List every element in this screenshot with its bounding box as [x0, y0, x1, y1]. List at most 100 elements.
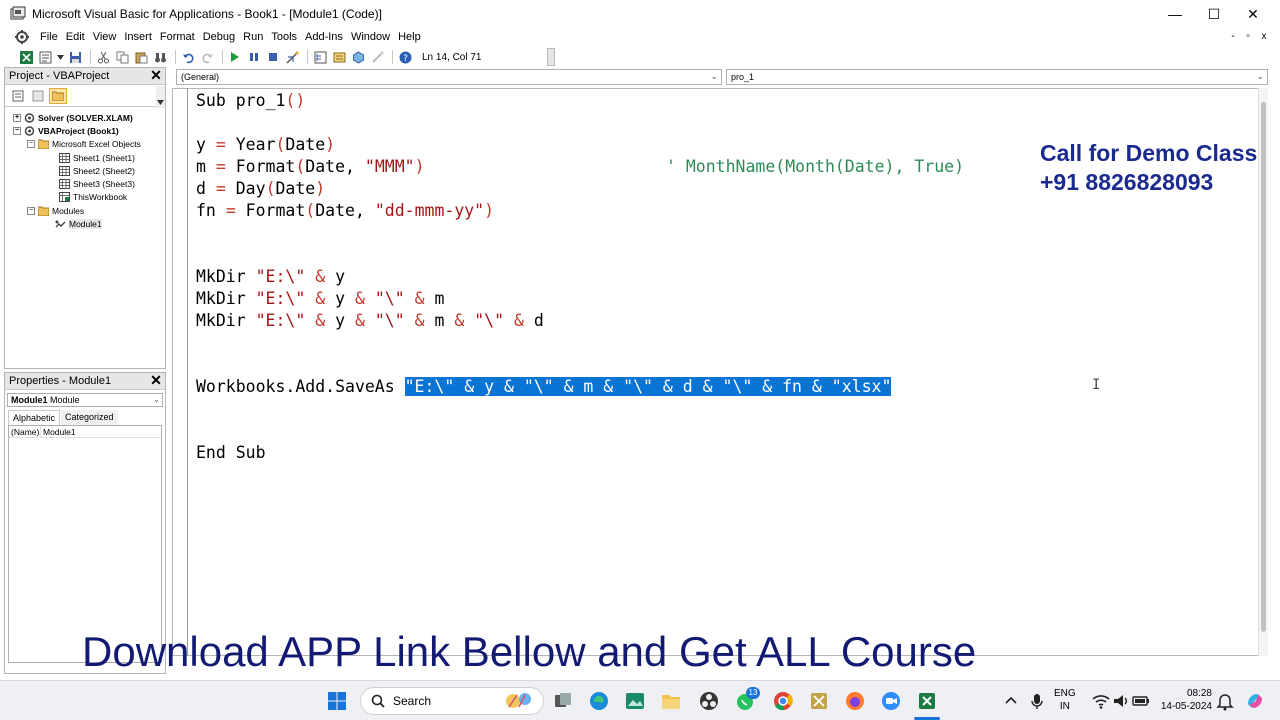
battery-icon[interactable]	[1130, 690, 1152, 712]
photos-app-icon[interactable]	[624, 690, 646, 712]
project-explorer-button[interactable]	[312, 49, 328, 65]
insert-module-button[interactable]	[37, 49, 53, 65]
view-object-button[interactable]	[29, 88, 47, 104]
tree-item-modules[interactable]: − Modules	[27, 206, 84, 216]
view-excel-button[interactable]	[18, 49, 34, 65]
code-line[interactable]: End Sub	[196, 442, 266, 464]
system-clock[interactable]: 08:28 14-05-2024	[1158, 687, 1212, 713]
property-value[interactable]: Module1	[41, 427, 76, 437]
help-button[interactable]: ?	[397, 49, 413, 65]
tree-item-sheet2[interactable]: Sheet2 (Sheet2)	[59, 166, 135, 176]
chrome-browser-icon[interactable]	[772, 690, 794, 712]
obs-recorder-icon[interactable]	[698, 690, 720, 712]
windows-start-icon[interactable]	[326, 690, 348, 712]
procedure-combo[interactable]: pro_1 ⌄	[726, 69, 1268, 85]
view-code-button[interactable]	[9, 88, 27, 104]
menu-debug[interactable]: Debug	[199, 31, 239, 43]
code-margin-indicator-bar[interactable]	[172, 88, 188, 656]
menu-format[interactable]: Format	[156, 31, 199, 43]
code-line[interactable]: MkDir "E:\" & y & "\" & m & "\" & d	[196, 310, 544, 332]
collapse-icon[interactable]: −	[13, 127, 21, 135]
find-button[interactable]	[152, 49, 168, 65]
minimize-button[interactable]: —	[1156, 0, 1194, 28]
show-hidden-icons-icon[interactable]	[1000, 690, 1022, 712]
copy-button[interactable]	[114, 49, 130, 65]
expand-icon[interactable]: +	[13, 114, 21, 122]
excel-app-icon[interactable]	[916, 690, 938, 712]
file-explorer-icon[interactable]	[660, 690, 682, 712]
undo-button[interactable]	[180, 49, 196, 65]
code-line[interactable]: Workbooks.Add.SaveAs "E:\" & y & "\" & m…	[196, 376, 892, 398]
code-comment[interactable]: ' MonthName(Month(Date), True)	[666, 156, 964, 178]
menu-add-ins[interactable]: Add-Ins	[301, 31, 347, 43]
collapse-icon[interactable]: −	[27, 140, 35, 148]
object-combo[interactable]: (General) ⌄	[176, 69, 722, 85]
reset-button[interactable]	[265, 49, 281, 65]
volume-icon[interactable]	[1110, 690, 1132, 712]
insert-dropdown-button[interactable]	[56, 49, 64, 65]
code-line[interactable]: MkDir "E:\" & y	[196, 266, 345, 288]
cut-button[interactable]	[95, 49, 111, 65]
code-line[interactable]: m = Format(Date, "MMM")	[196, 156, 425, 178]
tree-item-thisworkbook[interactable]: ThisWorkbook	[59, 192, 127, 202]
zoom-app-icon[interactable]	[880, 690, 902, 712]
property-row[interactable]: (Name) Module1	[9, 426, 161, 438]
menu-view[interactable]: View	[89, 31, 121, 43]
mdi-restore-button[interactable]: ▫	[1241, 28, 1255, 46]
toggle-folders-button[interactable]	[49, 87, 67, 104]
taskbar-search-input[interactable]: Search	[360, 687, 544, 715]
code-line[interactable]: Sub pro_1()	[196, 90, 305, 112]
tree-item-sheet3[interactable]: Sheet3 (Sheet3)	[59, 179, 135, 189]
snipping-tool-icon[interactable]	[808, 690, 830, 712]
menu-help[interactable]: Help	[394, 31, 425, 43]
tree-item-vbaproject[interactable]: − VBAProject (Book1)	[13, 126, 119, 136]
tree-item-excel-objects[interactable]: − Microsoft Excel Objects	[27, 139, 141, 149]
menu-window[interactable]: Window	[347, 31, 394, 43]
tree-item-solver[interactable]: + Solver (SOLVER.XLAM)	[13, 113, 133, 123]
redo-button[interactable]	[199, 49, 215, 65]
mdi-close-button[interactable]: x	[1257, 28, 1271, 46]
menu-run[interactable]: Run	[239, 31, 267, 43]
properties-window-button[interactable]	[331, 49, 347, 65]
scrollbar-thumb[interactable]	[1261, 102, 1266, 632]
folder-icon	[52, 91, 64, 101]
microphone-icon[interactable]	[1026, 690, 1048, 712]
menu-edit[interactable]: Edit	[62, 31, 89, 43]
code-line[interactable]: y = Year(Date)	[196, 134, 335, 156]
copilot-icon[interactable]	[1244, 690, 1266, 712]
toolbar-options-dropdown[interactable]	[547, 48, 555, 66]
language-indicator[interactable]: ENG IN	[1054, 687, 1076, 713]
project-pane-close-button[interactable]: ✕	[149, 68, 163, 83]
toolbox-button[interactable]	[369, 49, 385, 65]
tab-alphabetic[interactable]: Alphabetic	[8, 410, 61, 425]
close-button[interactable]: ✕	[1234, 0, 1272, 28]
menu-tools[interactable]: Tools	[267, 31, 301, 43]
break-button[interactable]	[246, 49, 262, 65]
menu-insert[interactable]: Insert	[120, 31, 156, 43]
tab-categorized[interactable]: Categorized	[61, 410, 118, 425]
run-button[interactable]	[227, 49, 243, 65]
standard-toolbar: ? Ln 14, Col 71	[0, 47, 556, 67]
menu-file[interactable]: File	[36, 31, 62, 43]
tree-item-sheet1[interactable]: Sheet1 (Sheet1)	[59, 153, 135, 163]
code-line[interactable]: fn = Format(Date, "dd-mmm-yy")	[196, 200, 494, 222]
collapse-icon[interactable]: −	[27, 207, 35, 215]
tree-item-module1[interactable]: Module1	[55, 219, 102, 229]
edge-browser-icon[interactable]	[588, 690, 610, 712]
code-line[interactable]: MkDir "E:\" & y & "\" & m	[196, 288, 444, 310]
code-vertical-scrollbar[interactable]	[1258, 88, 1268, 656]
code-line[interactable]: d = Day(Date)	[196, 178, 325, 200]
design-mode-button[interactable]	[284, 49, 300, 65]
firefox-browser-icon[interactable]	[844, 690, 866, 712]
notification-bell-icon[interactable]	[1214, 690, 1236, 712]
mdi-minimize-button[interactable]: -	[1226, 28, 1240, 46]
project-pane-scroll-up[interactable]	[156, 86, 165, 108]
wifi-icon[interactable]	[1090, 690, 1112, 712]
object-selector[interactable]: Module1 Module ⌄	[7, 393, 163, 407]
object-browser-button[interactable]	[350, 49, 366, 65]
save-button[interactable]	[67, 49, 83, 65]
paste-button[interactable]	[133, 49, 149, 65]
task-view-icon[interactable]	[552, 690, 574, 712]
maximize-button[interactable]: ☐	[1195, 0, 1233, 28]
properties-pane-close-button[interactable]: ✕	[149, 373, 163, 388]
